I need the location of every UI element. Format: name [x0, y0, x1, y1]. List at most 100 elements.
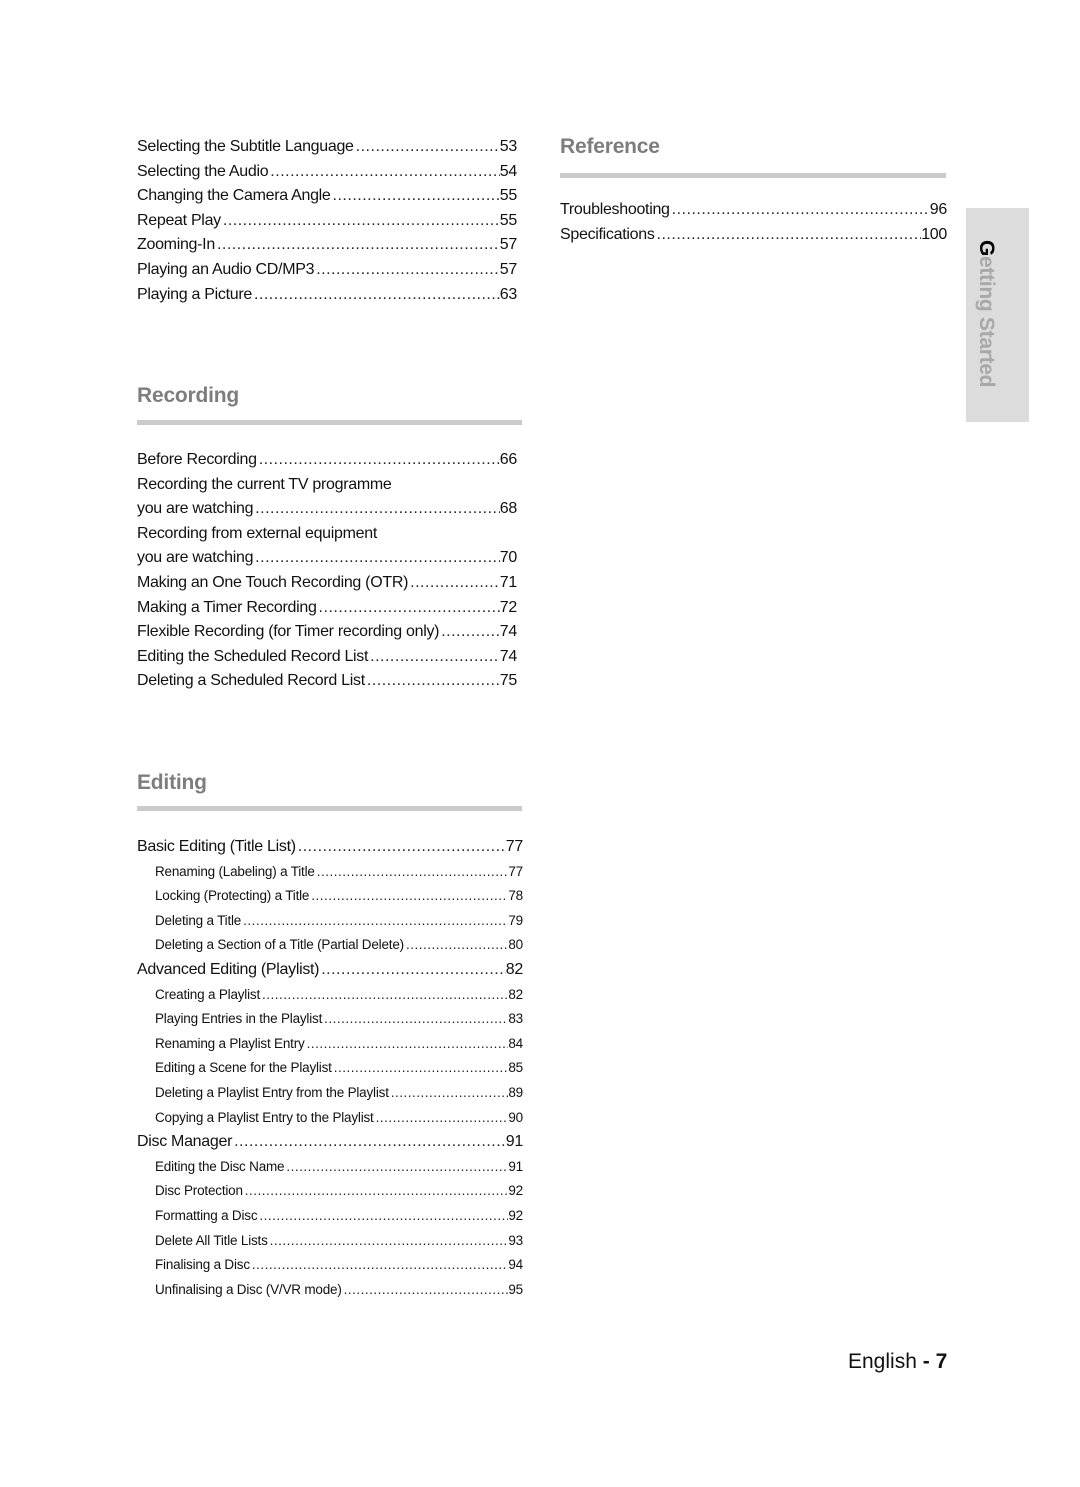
toc-subentry[interactable]: Formatting a Disc 92 [155, 1206, 523, 1226]
toc-subentry[interactable]: Copying a Playlist Entry to the Playlist… [155, 1108, 523, 1128]
toc-entry[interactable]: Basic Editing (Title List) 77 [137, 837, 523, 857]
toc-entry[interactable]: Changing the Camera Angle 55 [137, 186, 517, 206]
dot-leader [255, 548, 500, 568]
dot-leader [316, 260, 500, 280]
dot-leader [245, 1181, 509, 1201]
side-tab-rest: etting Started [975, 256, 998, 388]
toc-entry-label: Creating a Playlist [155, 986, 260, 1002]
toc-entry[interactable]: you are watching 68 [137, 499, 517, 519]
toc-entry-page: 70 [499, 549, 518, 567]
toc-entry-page: 79 [508, 912, 523, 928]
toc-entry[interactable]: Deleting a Scheduled Record List 75 [137, 671, 517, 691]
toc-entry-page: 84 [508, 1035, 523, 1051]
toc-entry-label: Editing the Scheduled Record List [137, 647, 369, 665]
toc-entry-label: Unfinalising a Disc (V/VR mode) [155, 1281, 342, 1297]
toc-entry-label: Recording the current TV programme [137, 475, 392, 493]
toc-entry-page: 94 [508, 1257, 523, 1273]
toc-entry[interactable]: Before Recording 66 [137, 450, 517, 470]
toc-entry-label: Changing the Camera Angle [137, 187, 331, 205]
toc-entry[interactable]: you are watching 70 [137, 548, 517, 568]
toc-entry-label: Disc Protection [155, 1183, 243, 1199]
dot-leader [672, 200, 930, 220]
toc-subentry[interactable]: Creating a Playlist 82 [155, 985, 523, 1005]
toc-entry-page: 89 [508, 1085, 523, 1100]
toc-entry-label: Before Recording [137, 451, 257, 468]
toc-entry[interactable]: Recording from external equipment [137, 524, 517, 544]
dot-leader [441, 622, 500, 642]
toc-entry-label: Editing the Disc Name [155, 1158, 285, 1174]
toc-subentry[interactable]: Disc Protection 92 [155, 1181, 523, 1201]
toc-entry-label: Renaming (Labeling) a Title [155, 863, 315, 879]
toc-subentry[interactable]: Deleting a Section of a Title (Partial D… [155, 935, 523, 955]
dot-leader [270, 162, 500, 182]
toc-entry[interactable]: Editing the Scheduled Record List 74 [137, 647, 517, 667]
toc-entry-label: Deleting a Title [155, 912, 242, 928]
toc-entry[interactable]: Specifications 100 [560, 225, 947, 245]
toc-subentry[interactable]: Renaming (Labeling) a Title 77 [155, 862, 523, 882]
toc-subentry[interactable]: Editing a Scene for the Playlist 85 [155, 1058, 523, 1078]
toc-entry-label: Selecting the Subtitle Language [137, 138, 354, 155]
dot-leader [391, 1083, 509, 1103]
toc-entry-label: Formatting a Disc [155, 1208, 258, 1223]
toc-entry-page: 57 [499, 261, 518, 278]
toc-subentry[interactable]: Renaming a Playlist Entry 84 [155, 1034, 523, 1054]
toc-entry-page: 85 [508, 1060, 523, 1076]
toc-entry[interactable]: Playing an Audio CD/MP3 57 [137, 260, 517, 280]
toc-entry-label: Making a Timer Recording [137, 598, 317, 616]
toc-entry[interactable]: Advanced Editing (Playlist) 82 [137, 960, 523, 980]
footer-language: English [848, 1350, 917, 1373]
toc-entry-page: 72 [499, 598, 518, 616]
dot-leader [321, 960, 506, 980]
toc-entry-label: you are watching [137, 500, 254, 518]
toc-entry-label: Recording from external equipment [137, 524, 378, 542]
toc-entry-label: Zooming-In [137, 236, 215, 254]
toc-entry-label: Copying a Playlist Entry to the Playlist [155, 1109, 374, 1125]
toc-entry[interactable]: Selecting the Subtitle Language 53 [137, 137, 517, 157]
toc-subentry[interactable]: Deleting a Playlist Entry from the Playl… [155, 1083, 523, 1103]
toc-subentry[interactable]: Finalising a Disc 94 [155, 1255, 523, 1275]
chapter-side-tab-label: Getting Started [972, 240, 1000, 387]
dot-leader [270, 1231, 509, 1251]
toc-entry-label: Deleting a Playlist Entry from the Playl… [155, 1085, 389, 1100]
toc-entry[interactable]: Flexible Recording (for Timer recording … [137, 622, 517, 642]
toc-entry-label: Specifications [560, 226, 655, 243]
dot-leader [319, 598, 500, 618]
section-divider-reference [560, 173, 946, 178]
toc-entry-page: 90 [508, 1109, 523, 1125]
toc-subentry[interactable]: Editing the Disc Name 91 [155, 1157, 523, 1177]
toc-entry[interactable]: Selecting the Audio 54 [137, 162, 517, 182]
toc-entry[interactable]: Recording the current TV programme [137, 475, 517, 495]
toc-entry-label: Repeat Play [137, 211, 221, 229]
toc-entry-page: 78 [508, 888, 523, 904]
toc-entry-page: 82 [505, 961, 524, 978]
toc-entry-page: 92 [508, 1183, 523, 1199]
toc-entry-page: 66 [499, 451, 518, 468]
toc-entry-page: 91 [505, 1133, 524, 1151]
toc-subentry[interactable]: Deleting a Title 79 [155, 911, 523, 931]
toc-entry-page: 100 [921, 226, 947, 243]
dot-leader [252, 1255, 508, 1275]
toc-entry[interactable]: Making a Timer Recording 72 [137, 598, 517, 618]
toc-entry[interactable]: Zooming-In 57 [137, 235, 517, 255]
toc-entry[interactable]: Troubleshooting 96 [560, 200, 947, 220]
toc-entry[interactable]: Disc Manager 91 [137, 1132, 523, 1152]
dot-leader [223, 211, 500, 231]
toc-entry-page: 74 [499, 623, 518, 641]
toc-entry[interactable]: Playing a Picture 63 [137, 285, 517, 305]
toc-subentry[interactable]: Unfinalising a Disc (V/VR mode) 95 [155, 1280, 523, 1300]
toc-entry[interactable]: Making an One Touch Recording (OTR) 71 [137, 573, 517, 593]
toc-entry[interactable]: Repeat Play 55 [137, 211, 517, 231]
toc-entry-page: 54 [499, 162, 518, 180]
toc-subentry[interactable]: Locking (Protecting) a Title 78 [155, 886, 523, 906]
dot-leader [356, 137, 500, 157]
dot-leader [307, 1034, 509, 1054]
dot-leader [406, 935, 508, 955]
toc-subentry[interactable]: Delete All Title Lists 93 [155, 1231, 523, 1251]
dot-leader [410, 573, 500, 593]
toc-entry-page: 95 [508, 1281, 523, 1297]
toc-entry-page: 57 [499, 236, 518, 254]
toc-entry-page: 55 [499, 187, 518, 205]
toc-entry-page: 96 [929, 201, 948, 218]
toc-subentry[interactable]: Playing Entries in the Playlist 83 [155, 1009, 523, 1029]
toc-entry-page: 74 [499, 647, 518, 665]
